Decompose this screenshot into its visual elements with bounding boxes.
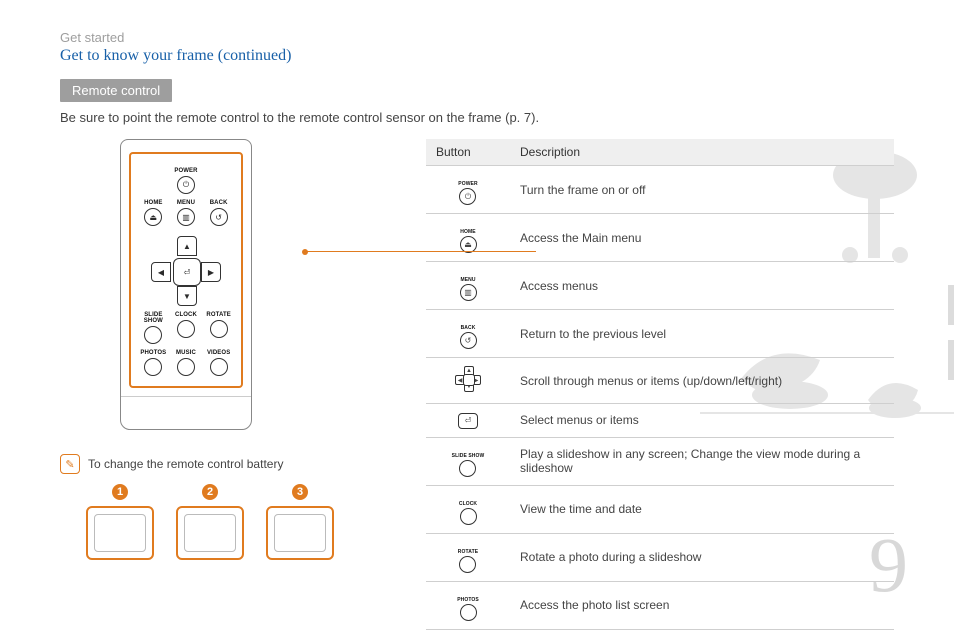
rotate-icon [210, 320, 228, 338]
step-num: 1 [112, 484, 128, 500]
btn-label-menu: MENU [177, 200, 195, 206]
back-icon: BACK [460, 325, 477, 349]
table-row: Select menus or items [426, 404, 894, 438]
button-icon: ROTATE [458, 549, 478, 573]
btn-label-clock: CLOCK [175, 312, 197, 318]
enter-icon [458, 413, 478, 429]
cell-desc: Return to the previous level [510, 310, 894, 358]
callout-leader [306, 251, 536, 252]
btn-label-music: MUSIC [176, 350, 196, 356]
cell-icon: HOME [426, 214, 510, 262]
table-row: HOME Access the Main menu [426, 214, 894, 262]
btn-label-videos: VIDEOS [207, 350, 230, 356]
note-text: To change the remote control battery [88, 457, 283, 471]
cell-icon: CLOCK [426, 485, 510, 533]
cell-desc: Play a slideshow in any screen; Change t… [510, 437, 894, 485]
table-row: SLIDE SHOW Play a slideshow in any screen… [426, 437, 894, 485]
home-icon [144, 208, 162, 226]
page-tab [948, 285, 954, 325]
table-row: PHOTOS Access the photo list screen [426, 581, 894, 629]
page-tab [948, 340, 954, 380]
table-row: MENU Access menus [426, 262, 894, 310]
table-row: BACK Return to the previous level [426, 310, 894, 358]
table-row: POWER Turn the frame on or off [426, 166, 894, 214]
music-icon [177, 358, 195, 376]
section-heading: Remote control [60, 79, 172, 102]
table-row: CLOCK View the time and date [426, 485, 894, 533]
step-figure [176, 506, 244, 560]
cell-desc: Select menus or items [510, 404, 894, 438]
th-button: Button [426, 139, 510, 166]
power-icon: POWER [458, 181, 477, 205]
button-icon: SLIDE SHOW [452, 453, 485, 477]
table-row: ▲▼◀▶ Scroll through menus or items (up/do… [426, 358, 894, 404]
dpad-icon: ▲▼◀▶ [455, 366, 481, 392]
cell-icon [426, 404, 510, 438]
step-num: 3 [292, 484, 308, 500]
cell-desc: Access the Main menu [510, 214, 894, 262]
right-column: Button Description POWER Turn the frame o… [426, 139, 894, 630]
cell-desc: View the time and date [510, 485, 894, 533]
slideshow-icon [144, 326, 162, 344]
manual-page: 9 Get started Get to know your frame (co… [0, 0, 954, 630]
page-title: Get to know your frame (continued) [60, 47, 894, 65]
btn-label-slideshow: SLIDE SHOW [139, 312, 167, 324]
cell-desc: Rotate a photo during a slideshow [510, 533, 894, 581]
btn-label-power: POWER [174, 168, 197, 174]
btn-label-back: BACK [210, 200, 228, 206]
left-column: POWER HOME MENU BACK ▲▼ [60, 139, 390, 630]
step-1: 1 [86, 484, 154, 560]
step-2: 2 [176, 484, 244, 560]
remote-diagram: POWER HOME MENU BACK ▲▼ [120, 139, 252, 430]
note-icon: ✎ [60, 454, 80, 474]
step-3: 3 [266, 484, 334, 560]
step-num: 2 [202, 484, 218, 500]
menu-icon [177, 208, 195, 226]
table-row: ROTATE Rotate a photo during a slideshow [426, 533, 894, 581]
button-icon: PHOTOS [457, 597, 479, 621]
clock-icon [177, 320, 195, 338]
cell-icon: MENU [426, 262, 510, 310]
cell-desc: Turn the frame on or off [510, 166, 894, 214]
photos-icon [144, 358, 162, 376]
btn-label-photos: PHOTOS [140, 350, 166, 356]
btn-label-rotate: ROTATE [206, 312, 231, 318]
step-figure [266, 506, 334, 560]
btn-label-home: HOME [144, 200, 162, 206]
home-icon: HOME [460, 229, 477, 253]
cell-desc: Access the photo list screen [510, 581, 894, 629]
section-intro: Be sure to point the remote control to t… [60, 110, 894, 125]
cell-icon: ▲▼◀▶ [426, 358, 510, 404]
battery-steps: 1 2 3 [86, 484, 390, 560]
breadcrumb: Get started [60, 30, 894, 45]
cell-desc: Access menus [510, 262, 894, 310]
th-desc: Description [510, 139, 894, 166]
back-icon [210, 208, 228, 226]
menu-icon: MENU [460, 277, 477, 301]
cell-desc: Scroll through menus or items (up/down/l… [510, 358, 894, 404]
step-figure [86, 506, 154, 560]
videos-icon [210, 358, 228, 376]
cell-icon: PHOTOS [426, 581, 510, 629]
button-icon: CLOCK [459, 501, 477, 525]
cell-icon: ROTATE [426, 533, 510, 581]
cell-icon: POWER [426, 166, 510, 214]
dpad-icon: ▲▼ ◀▶ [151, 236, 221, 306]
power-icon [177, 176, 195, 194]
cell-icon: BACK [426, 310, 510, 358]
button-table: Button Description POWER Turn the frame o… [426, 139, 894, 630]
battery-note: ✎ To change the remote control battery [60, 454, 390, 474]
cell-icon: SLIDE SHOW [426, 437, 510, 485]
